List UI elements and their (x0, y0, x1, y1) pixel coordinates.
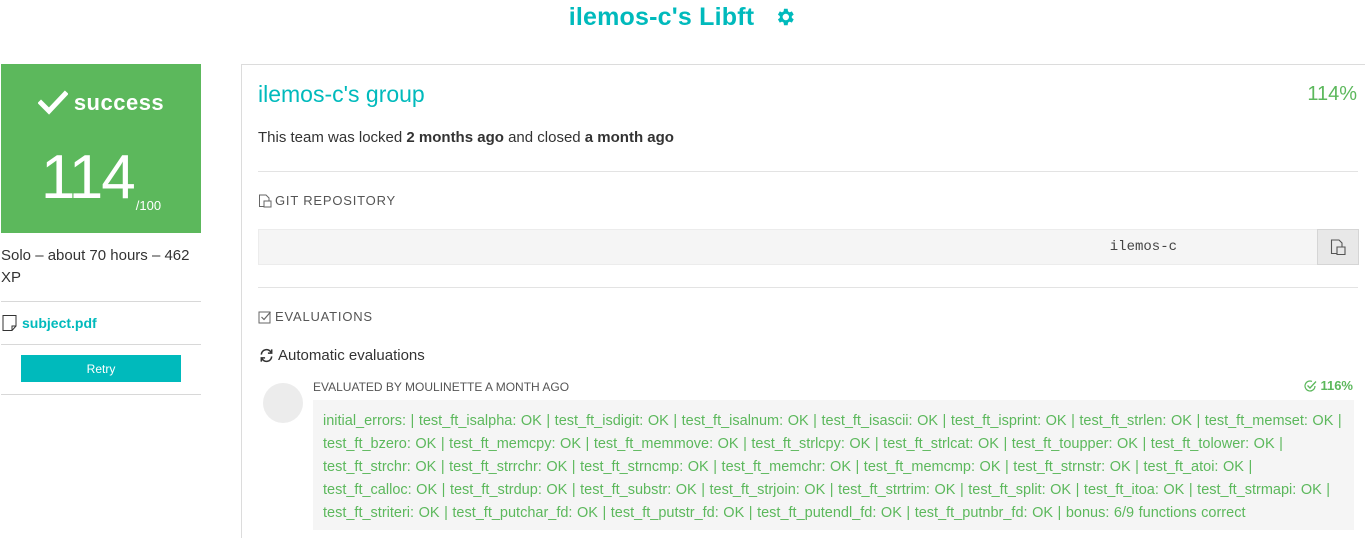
project-title: ilemos-c's Libft (568, 2, 755, 31)
automatic-evaluations-heading: Automatic evaluations (258, 347, 425, 364)
project-page: ilemos-c's Libft success 114/100 Solo – … (0, 0, 1365, 538)
divider (1, 394, 201, 395)
subject-row: subject.pdf (1, 302, 201, 344)
gear-icon[interactable] (774, 6, 796, 28)
closed-ago: a month ago (584, 129, 674, 146)
document-icon (2, 315, 17, 331)
divider (258, 287, 1358, 288)
copy-document-icon (259, 194, 272, 207)
checkbox-icon (258, 311, 271, 323)
retry-button[interactable]: Retry (21, 355, 181, 382)
git-repository-heading: GIT REPOSITORY (258, 193, 396, 208)
status-header: success (1, 90, 201, 116)
group-name[interactable]: ilemos-c's group (258, 81, 425, 108)
score-value: 114 (40, 143, 136, 212)
evaluations-heading-label: EVALUATIONS (275, 309, 373, 324)
left-column: success 114/100 Solo – about 70 hours – … (1, 64, 201, 395)
group-percent: 114% (1307, 83, 1357, 105)
avatar (263, 383, 303, 423)
git-heading-label: GIT REPOSITORY (275, 193, 397, 208)
lock-status: This team was locked 2 months ago and cl… (258, 129, 674, 146)
evaluation-result: initial_errors: | test_ft_isalpha: OK | … (313, 400, 1354, 530)
check-circle-icon (1304, 379, 1317, 392)
checkmark-icon (37, 90, 68, 115)
score-max: /100 (135, 198, 162, 213)
evaluation-percent: 116% (1303, 378, 1353, 393)
repository-value: ilemos-c (1109, 239, 1177, 255)
retry-wrap: Retry (1, 345, 201, 394)
evaluation-percent-value: 116% (1320, 378, 1353, 393)
subject-link[interactable]: subject.pdf (22, 315, 97, 331)
title-row: ilemos-c's Libft (0, 0, 1365, 34)
lock-middle: and closed (503, 129, 585, 146)
project-meta: Solo – about 70 hours – 462 XP (1, 247, 190, 286)
clipboard-icon (1330, 239, 1346, 256)
repository-field[interactable]: ilemos-c (258, 229, 1318, 265)
divider (258, 171, 1358, 172)
score: 114/100 (1, 142, 201, 213)
evaluations-heading: EVALUATIONS (258, 309, 373, 324)
refresh-icon (260, 348, 273, 363)
status-label: success (73, 90, 165, 115)
copy-button[interactable] (1317, 229, 1359, 265)
team-panel: ilemos-c's group 114% This team was lock… (241, 64, 1365, 538)
evaluated-by: EVALUATED BY MOULINETTE A MONTH AGO (313, 380, 570, 394)
lock-prefix: This team was locked (258, 129, 407, 146)
locked-ago: 2 months ago (406, 129, 504, 146)
automatic-evaluations-label: Automatic evaluations (278, 347, 425, 364)
status-box: success 114/100 (1, 64, 201, 233)
